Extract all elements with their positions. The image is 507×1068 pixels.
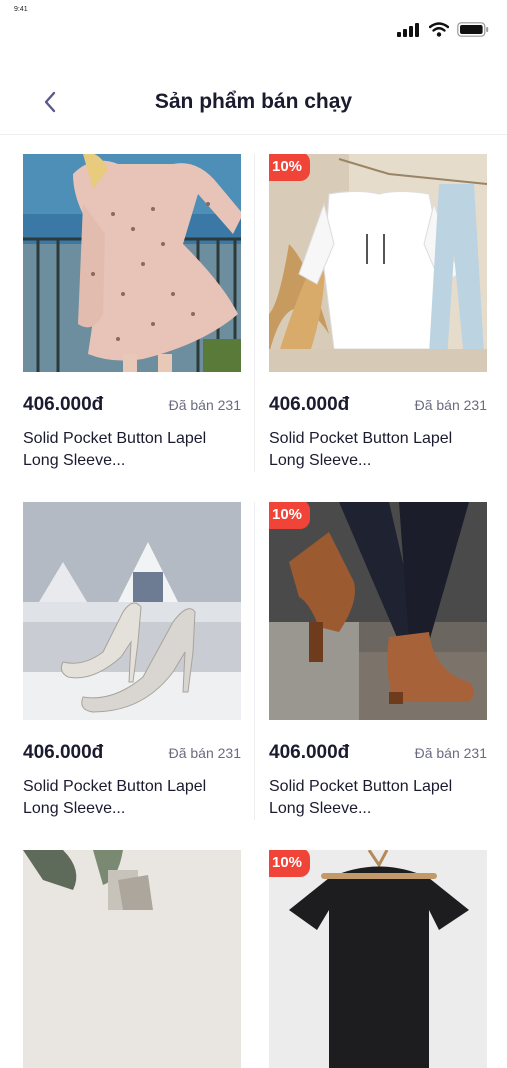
price-row: 406.000đ Đã bán 231 bbox=[23, 394, 241, 416]
top-header: Sản phẩm bán chạy bbox=[0, 70, 507, 135]
sold-count: Đã bán 231 bbox=[168, 397, 241, 413]
product-image-brown-boots: 10% bbox=[269, 502, 487, 720]
product-card[interactable]: 10% bbox=[269, 850, 487, 1068]
product-name-line: Long Sleeve... bbox=[23, 452, 126, 469]
column-divider bbox=[254, 154, 255, 472]
product-name: Solid Pocket Button Lapel Long Sleeve... bbox=[269, 776, 487, 820]
column-divider bbox=[254, 502, 255, 820]
product-image-black-tshirt: 10% bbox=[269, 850, 487, 1068]
product-price: 406.000đ bbox=[269, 394, 350, 415]
discount-badge: 10% bbox=[269, 154, 311, 181]
status-time: 9:41 bbox=[14, 6, 28, 13]
product-name-line: Long Sleeve... bbox=[269, 800, 372, 817]
product-image-white-hoodie: 10% bbox=[269, 154, 487, 372]
product-card[interactable]: 10% 406.000đ Đã bán 231 Solid Pocket But… bbox=[269, 154, 487, 469]
price-row: 406.000đ Đã bán 231 bbox=[23, 742, 241, 764]
sold-count: Đã bán 231 bbox=[168, 745, 241, 761]
product-name-line: Solid Pocket Button Lapel bbox=[269, 430, 453, 447]
signal-icon bbox=[397, 22, 419, 37]
product-card[interactable] bbox=[23, 850, 241, 1068]
price-row: 406.000đ Đã bán 231 bbox=[269, 742, 487, 764]
product-price: 406.000đ bbox=[23, 742, 104, 763]
sold-count: Đã bán 231 bbox=[414, 397, 487, 413]
status-icons bbox=[397, 22, 489, 37]
product-name-line: Solid Pocket Button Lapel bbox=[23, 778, 207, 795]
discount-badge: 10% bbox=[269, 850, 311, 877]
product-name-line: Solid Pocket Button Lapel bbox=[23, 430, 207, 447]
product-name: Solid Pocket Button Lapel Long Sleeve... bbox=[23, 428, 241, 472]
product-price: 406.000đ bbox=[269, 742, 350, 763]
product-name: Solid Pocket Button Lapel Long Sleeve... bbox=[23, 776, 241, 820]
sold-count: Đã bán 231 bbox=[414, 745, 487, 761]
battery-icon bbox=[457, 22, 489, 37]
page-title: Sản phẩm bán chạy bbox=[154, 90, 353, 113]
wifi-icon bbox=[429, 22, 449, 37]
product-card[interactable]: 406.000đ Đã bán 231 Solid Pocket Button … bbox=[23, 154, 241, 469]
product-name-line: Long Sleeve... bbox=[23, 800, 126, 817]
product-name: Solid Pocket Button Lapel Long Sleeve... bbox=[269, 428, 487, 472]
product-name-line: Solid Pocket Button Lapel bbox=[269, 778, 453, 795]
product-price: 406.000đ bbox=[23, 394, 104, 415]
product-card[interactable]: 406.000đ Đã bán 231 Solid Pocket Button … bbox=[23, 502, 241, 817]
product-image-silver-heels bbox=[23, 502, 241, 720]
product-image-pink-dress bbox=[23, 154, 241, 372]
price-row: 406.000đ Đã bán 231 bbox=[269, 394, 487, 416]
status-bar: 9:41 bbox=[0, 0, 507, 50]
product-card[interactable]: 10% 406.000đ Đã bán 231 Solid Pocket But… bbox=[269, 502, 487, 817]
discount-badge: 10% bbox=[269, 502, 311, 529]
product-image-plant bbox=[23, 850, 241, 1068]
product-name-line: Long Sleeve... bbox=[269, 452, 372, 469]
